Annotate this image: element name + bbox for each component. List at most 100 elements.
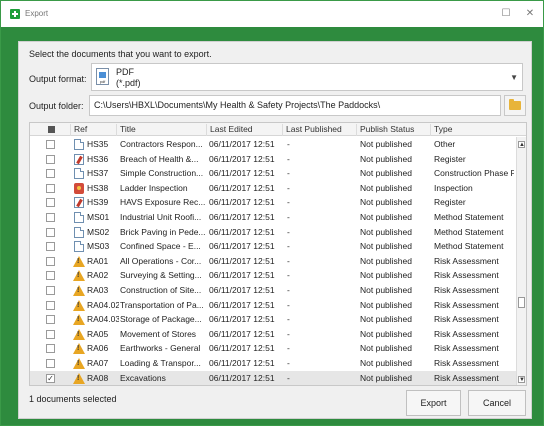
- cell-ref: MS02: [87, 226, 110, 237]
- table-row[interactable]: RA07 Loading & Transpor... 06/11/2017 12:5…: [30, 356, 516, 371]
- scroll-up-icon[interactable]: ▲: [518, 141, 525, 148]
- row-checkbox[interactable]: [46, 315, 55, 325]
- cell-ref: RA03: [87, 285, 109, 295]
- row-checkbox[interactable]: [46, 169, 55, 179]
- cell-publish-status: Not published: [360, 285, 412, 295]
- row-checkbox[interactable]: [46, 256, 55, 266]
- row-checkbox[interactable]: [46, 329, 55, 339]
- cell-last-edited: 06/11/2017 12:51: [209, 168, 275, 179]
- cell-ref: HS39: [87, 197, 109, 208]
- cancel-button[interactable]: Cancel: [468, 390, 526, 416]
- cell-ref: RA02: [87, 270, 109, 281]
- vertical-scrollbar[interactable]: ▲ ▼: [516, 137, 526, 385]
- table-body: HS35 Contractors Respon... 06/11/2017 12:5…: [30, 137, 516, 385]
- format-extension: (*.pdf): [116, 78, 141, 88]
- table-row[interactable]: RA05 Movement of Stores 06/11/2017 12:51 - N…: [30, 327, 516, 342]
- cell-last-edited: 06/11/2017 12:51: [209, 299, 275, 310]
- scrollbar-thumb[interactable]: [518, 297, 525, 308]
- table-row[interactable]: HS38 Ladder Inspection 06/11/2017 12:51 - No…: [30, 181, 516, 196]
- warning-icon: [73, 328, 85, 340]
- cell-type: Register: [434, 153, 466, 164]
- row-checkbox[interactable]: [46, 198, 55, 208]
- cell-type: Method Statement: [434, 226, 504, 237]
- column-header-last-published[interactable]: Last Published: [282, 124, 356, 136]
- row-checkbox[interactable]: [46, 344, 55, 354]
- table-row[interactable]: HS35 Contractors Respon... 06/11/2017 12:5…: [30, 137, 516, 152]
- cell-last-published: -: [287, 153, 290, 164]
- row-checkbox[interactable]: [46, 286, 55, 295]
- table-row[interactable]: RA03 Construction of Site... 06/11/2017 12…: [30, 283, 516, 298]
- cell-title: Surveying & Setting...: [120, 270, 202, 281]
- output-folder-input[interactable]: C:\Users\HBXL\Documents\My Health & Safe…: [89, 95, 501, 116]
- row-checkbox[interactable]: [46, 154, 55, 164]
- cell-ref: HS36: [87, 153, 109, 164]
- table-header: Ref Title Last Edited Last Published Pub…: [30, 123, 526, 136]
- document-icon: [74, 168, 84, 180]
- row-checkbox[interactable]: [46, 227, 55, 237]
- cell-last-edited: 06/11/2017 12:51: [209, 212, 275, 222]
- documents-table: Ref Title Last Edited Last Published Pub…: [29, 122, 527, 386]
- row-checkbox[interactable]: [46, 242, 55, 252]
- table-row[interactable]: ✓ RA08 Excavations 06/11/2017 12:51 - Not pub…: [30, 370, 516, 385]
- cell-type: Method Statement: [434, 241, 504, 252]
- cell-title: Ladder Inspection: [120, 182, 188, 193]
- row-checkbox[interactable]: [46, 140, 55, 149]
- cell-last-published: -: [287, 372, 290, 383]
- table-row[interactable]: MS02 Brick Paving in Pede... 06/11/2017 12…: [30, 225, 516, 240]
- table-row[interactable]: RA04.03Storage of Package... 06/11/2017 1…: [30, 312, 516, 327]
- column-header-last-edited[interactable]: Last Edited: [206, 124, 282, 136]
- export-dialog: Select the documents that you want to ex…: [18, 41, 532, 419]
- warning-icon: [73, 372, 85, 384]
- selected-count: 1 documents selected: [29, 394, 117, 404]
- table-row[interactable]: HS37 Simple Construction... 06/11/2017 12:…: [30, 166, 516, 181]
- row-checkbox[interactable]: [46, 213, 55, 222]
- table-row[interactable]: RA01 All Operations - Cor... 06/11/2017 12…: [30, 254, 516, 269]
- cell-ref: MS01: [87, 212, 110, 222]
- warning-icon: [73, 299, 85, 311]
- cell-last-edited: 06/11/2017 12:51: [209, 343, 275, 354]
- cell-title: Earthworks - General: [120, 343, 201, 354]
- cell-ref: HS37: [87, 168, 109, 179]
- warning-icon: [73, 270, 85, 282]
- select-all-checkbox[interactable]: [48, 126, 55, 133]
- cell-last-edited: 06/11/2017 12:51: [209, 270, 275, 281]
- table-row[interactable]: MS03 Confined Space - E... 06/11/2017 12:5…: [30, 239, 516, 254]
- output-format-select[interactable]: pdf PDF (*.pdf) ▼: [91, 63, 523, 91]
- export-button[interactable]: Export: [406, 390, 461, 416]
- format-name: PDF: [116, 67, 134, 77]
- row-checkbox[interactable]: [46, 359, 55, 368]
- cell-publish-status: Not published: [360, 343, 412, 354]
- browse-folder-button[interactable]: [504, 95, 526, 116]
- cell-last-edited: 06/11/2017 12:51: [209, 358, 275, 368]
- scroll-down-icon[interactable]: ▼: [518, 376, 525, 383]
- cell-ref: RA08: [87, 372, 109, 383]
- cell-ref: HS38: [87, 182, 109, 193]
- table-row[interactable]: HS39 HAVS Exposure Rec... 06/11/2017 12:51…: [30, 195, 516, 210]
- cell-last-edited: 06/11/2017 12:51: [209, 139, 275, 149]
- table-row[interactable]: MS01 Industrial Unit Roofi... 06/11/2017 1…: [30, 210, 516, 225]
- cell-publish-status: Not published: [360, 168, 412, 179]
- cell-type: Construction Phase Pla: [434, 168, 514, 179]
- cell-type: Risk Assessment: [434, 328, 499, 339]
- table-row[interactable]: RA04.02Transportation of Pa... 06/11/2017…: [30, 298, 516, 313]
- cell-type: Risk Assessment: [434, 299, 499, 310]
- maximize-button[interactable]: ☐: [499, 7, 513, 21]
- column-header-type[interactable]: Type: [430, 124, 526, 136]
- cell-publish-status: Not published: [360, 212, 412, 222]
- column-header-publish-status[interactable]: Publish Status: [356, 124, 430, 136]
- cell-last-published: -: [287, 226, 290, 237]
- cell-type: Risk Assessment: [434, 343, 499, 354]
- table-row[interactable]: RA06 Earthworks - General 06/11/2017 12:51…: [30, 341, 516, 356]
- row-checkbox[interactable]: [46, 271, 55, 281]
- chevron-down-icon[interactable]: ▼: [510, 73, 518, 82]
- table-row[interactable]: HS36 Breach of Health &... 06/11/2017 12:5…: [30, 152, 516, 167]
- row-checkbox[interactable]: [46, 300, 55, 310]
- close-button[interactable]: ✕: [523, 7, 537, 21]
- cell-title: All Operations - Cor...: [120, 255, 202, 266]
- row-checkbox[interactable]: ✓: [46, 373, 55, 383]
- row-checkbox[interactable]: [46, 183, 55, 193]
- column-header-title[interactable]: Title: [116, 124, 206, 136]
- table-row[interactable]: RA02 Surveying & Setting... 06/11/2017 12:…: [30, 268, 516, 283]
- cell-title: Industrial Unit Roofi...: [120, 212, 202, 222]
- cell-ref: HS35: [87, 139, 109, 149]
